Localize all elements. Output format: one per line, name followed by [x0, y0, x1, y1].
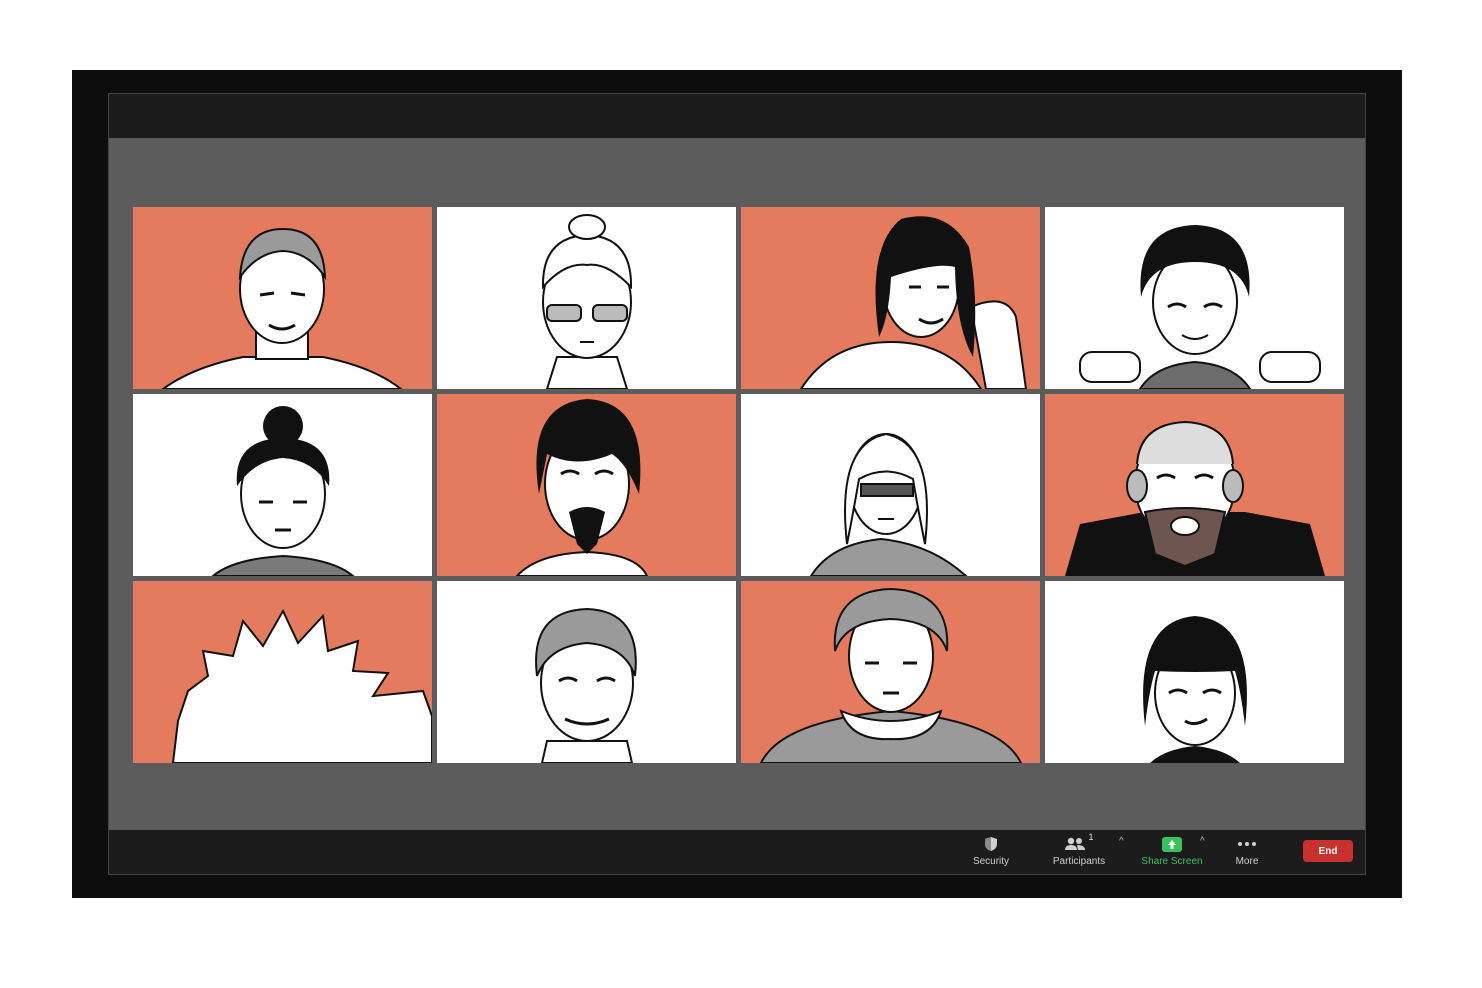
participant-tile[interactable]: [437, 394, 736, 576]
ellipsis-icon: [1237, 834, 1257, 854]
more-button[interactable]: More: [1227, 834, 1267, 870]
participant-tile[interactable]: [741, 394, 1040, 576]
participant-tile[interactable]: [1045, 394, 1344, 576]
share-screen-label: Share Screen: [1141, 856, 1203, 867]
title-bar: [109, 94, 1365, 138]
participants-button[interactable]: 1 Participants: [1049, 832, 1109, 870]
participant-tile[interactable]: [1045, 207, 1344, 389]
people-icon: 1: [1064, 832, 1094, 854]
security-button[interactable]: Security: [967, 834, 1015, 870]
participant-avatar: [133, 581, 432, 763]
participant-avatar: [437, 581, 736, 763]
participants-caret-icon[interactable]: ^: [1119, 836, 1124, 847]
participants-label: Participants: [1052, 856, 1106, 867]
participant-avatar: [741, 394, 1040, 576]
participant-avatar: [1045, 581, 1344, 763]
participant-tile[interactable]: [133, 207, 432, 389]
security-label: Security: [972, 856, 1010, 867]
participant-avatar: [1045, 394, 1344, 576]
more-label: More: [1235, 856, 1259, 867]
participant-avatar: [133, 394, 432, 576]
participant-tile[interactable]: [741, 207, 1040, 389]
share-arrow-icon: [1162, 834, 1182, 854]
participant-tile[interactable]: [133, 581, 432, 763]
participant-avatar: [437, 207, 736, 389]
participant-tile[interactable]: [741, 581, 1040, 763]
participant-avatar: [437, 394, 736, 576]
participant-tile[interactable]: [437, 207, 736, 389]
participant-avatar: [741, 581, 1040, 763]
end-meeting-button[interactable]: End: [1303, 840, 1353, 862]
meeting-toolbar: Security 1 Participants ^ Share Screen ^…: [109, 830, 1365, 874]
zoom-window: Security 1 Participants ^ Share Screen ^…: [108, 93, 1366, 875]
share-screen-button[interactable]: Share Screen: [1139, 834, 1205, 870]
gallery-view: [133, 207, 1344, 764]
participant-tile[interactable]: [437, 581, 736, 763]
share-caret-icon[interactable]: ^: [1200, 836, 1205, 847]
participant-avatar: [1045, 207, 1344, 389]
shield-icon: [984, 834, 998, 854]
participants-count: 1: [1088, 832, 1094, 842]
participant-tile[interactable]: [1045, 581, 1344, 763]
participant-avatar: [133, 207, 432, 389]
participant-avatar: [741, 207, 1040, 389]
participant-tile[interactable]: [133, 394, 432, 576]
